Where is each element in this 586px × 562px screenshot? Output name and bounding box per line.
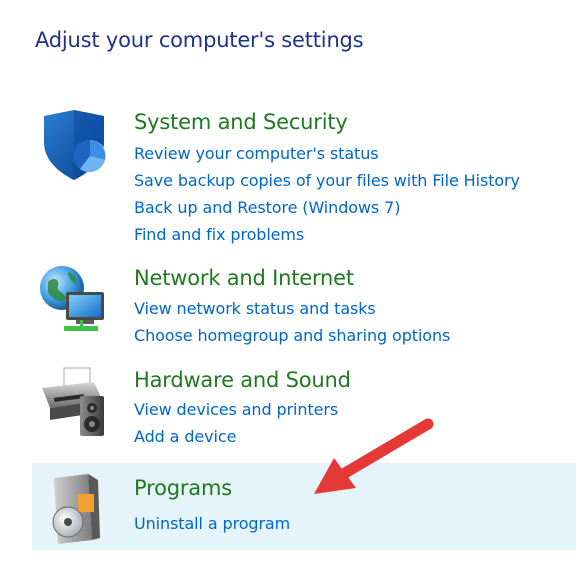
printer-icon [42,367,104,436]
category-title-system-and-security[interactable]: System and Security [134,110,348,134]
link-uninstall-program[interactable]: Uninstall a program [134,514,290,533]
annotation-arrow-icon [314,418,434,494]
category-title-programs[interactable]: Programs [134,476,232,500]
link-add-device[interactable]: Add a device [134,427,236,446]
category-title-network-and-internet[interactable]: Network and Internet [134,266,354,290]
link-backup-restore[interactable]: Back up and Restore (Windows 7) [134,198,400,217]
network-icon [40,266,104,331]
link-find-fix-problems[interactable]: Find and fix problems [134,225,304,244]
programs-icon [52,474,100,544]
link-homegroup-sharing[interactable]: Choose homegroup and sharing options [134,326,450,345]
link-network-status[interactable]: View network status and tasks [134,299,376,318]
category-title-hardware-and-sound[interactable]: Hardware and Sound [134,368,351,392]
page-title: Adjust your computer's settings [35,28,364,52]
link-review-status[interactable]: Review your computer's status [134,144,379,163]
link-file-history[interactable]: Save backup copies of your files with Fi… [134,171,520,190]
shield-icon [44,110,106,180]
